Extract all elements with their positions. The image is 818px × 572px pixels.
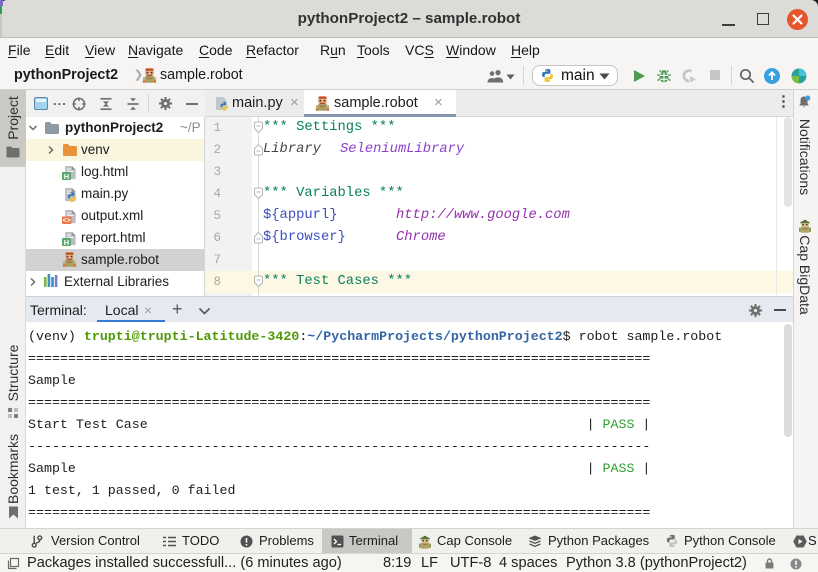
svg-text:H: H: [64, 172, 69, 180]
svg-text:<>: <>: [62, 217, 70, 224]
svg-text:H: H: [64, 238, 69, 246]
